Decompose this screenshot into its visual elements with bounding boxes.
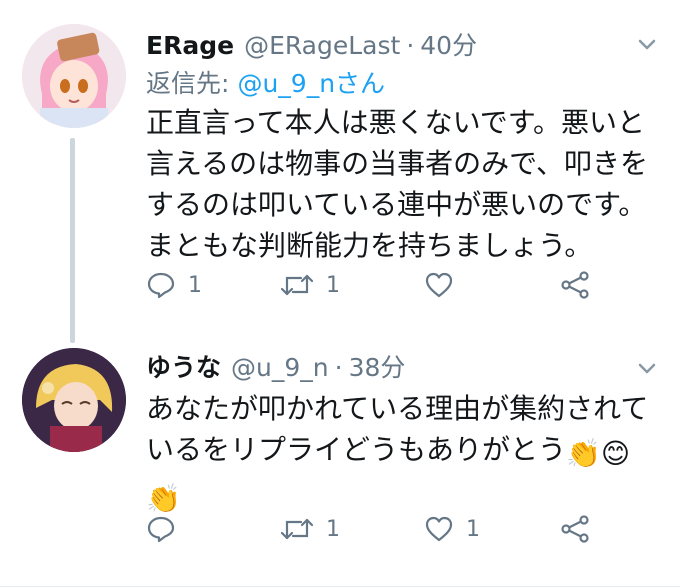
text-segment: いるをリプライどうもありがとう <box>146 433 567 466</box>
avatar-image <box>22 24 126 128</box>
share-button[interactable] <box>560 514 590 544</box>
retweet-icon <box>280 274 314 296</box>
like-button[interactable] <box>424 270 466 300</box>
chevron-down-icon[interactable] <box>636 34 658 56</box>
display-name[interactable]: ゆうな <box>146 348 221 384</box>
reply-icon <box>147 516 175 543</box>
reply-count: 1 <box>188 272 202 298</box>
text-line: あなたが叩かれている理由が集約されて <box>146 392 649 425</box>
text-line: 言えるのは物事の当事者のみで、叩きを <box>146 147 649 180</box>
text-line: 👏 <box>146 474 666 519</box>
like-button[interactable]: 1 <box>424 514 480 544</box>
share-button[interactable] <box>560 270 590 300</box>
separator: · <box>334 353 343 382</box>
like-icon <box>425 272 453 298</box>
tweet-actions: 1 1 <box>146 270 606 310</box>
retweet-icon <box>280 518 314 540</box>
reply-prefix: 返信先: <box>146 69 230 98</box>
retweet-button[interactable]: 1 <box>280 514 340 544</box>
retweet-count: 1 <box>326 516 340 542</box>
user-handle[interactable]: @u_9_n <box>231 353 329 382</box>
reply-to: 返信先: @u_9_nさん <box>146 64 385 100</box>
text-line: するのは叩いている連中が悪いのです。 <box>146 188 647 221</box>
divider <box>0 586 680 587</box>
reply-button[interactable]: 1 <box>146 270 202 300</box>
like-icon <box>425 516 453 542</box>
user-handle[interactable]: @ERageLast <box>244 31 400 60</box>
timestamp[interactable]: 40分 <box>420 26 477 62</box>
text-line: 正直言って本人は悪くないです。悪いと <box>146 106 645 139</box>
avatar-image <box>22 348 126 452</box>
separator: · <box>406 31 415 60</box>
reply-icon <box>147 272 175 299</box>
reply-mention-link[interactable]: @u_9_nさん <box>237 69 385 98</box>
tweet-header: ゆうな @u_9_n · 38分 <box>146 348 405 384</box>
tweet-actions: 1 1 <box>146 514 606 554</box>
tweet-erage[interactable]: ERage @ERageLast · 40分 返信先: @u_9_nさん 正直言っ… <box>0 0 680 343</box>
display-name[interactable]: ERage <box>146 31 234 60</box>
reply-button[interactable] <box>146 514 188 544</box>
text-line: いるをリプライどうもありがとう👏😊 <box>146 429 666 474</box>
smiling-face-emoji: 😊 <box>600 437 631 470</box>
avatar[interactable] <box>22 24 126 128</box>
tweet-text: あなたが叩かれている理由が集約されて いるをリプライどうもありがとう👏😊 👏 <box>146 388 666 519</box>
thread-line <box>70 138 75 343</box>
text-line: まともな判断能力を持ちましょう。 <box>146 229 593 262</box>
chevron-down-icon[interactable] <box>636 358 658 380</box>
retweet-button[interactable]: 1 <box>280 270 340 300</box>
avatar[interactable] <box>22 348 126 452</box>
share-icon <box>561 515 589 543</box>
timestamp[interactable]: 38分 <box>349 348 406 384</box>
share-icon <box>561 271 589 299</box>
tweet-header: ERage @ERageLast · 40分 <box>146 26 477 62</box>
tweet-yuuna[interactable]: ゆうな @u_9_n · 38分 あなたが叩かれている理由が集約されて いるをリ… <box>0 330 680 586</box>
clapping-hands-emoji: 👏 <box>146 482 181 515</box>
like-count: 1 <box>466 516 480 542</box>
clapping-hands-emoji: 👏 <box>566 437 601 470</box>
tweet-text: 正直言って本人は悪くないです。悪いと 言えるのは物事の当事者のみで、叩きを する… <box>146 102 666 266</box>
retweet-count: 1 <box>326 272 340 298</box>
